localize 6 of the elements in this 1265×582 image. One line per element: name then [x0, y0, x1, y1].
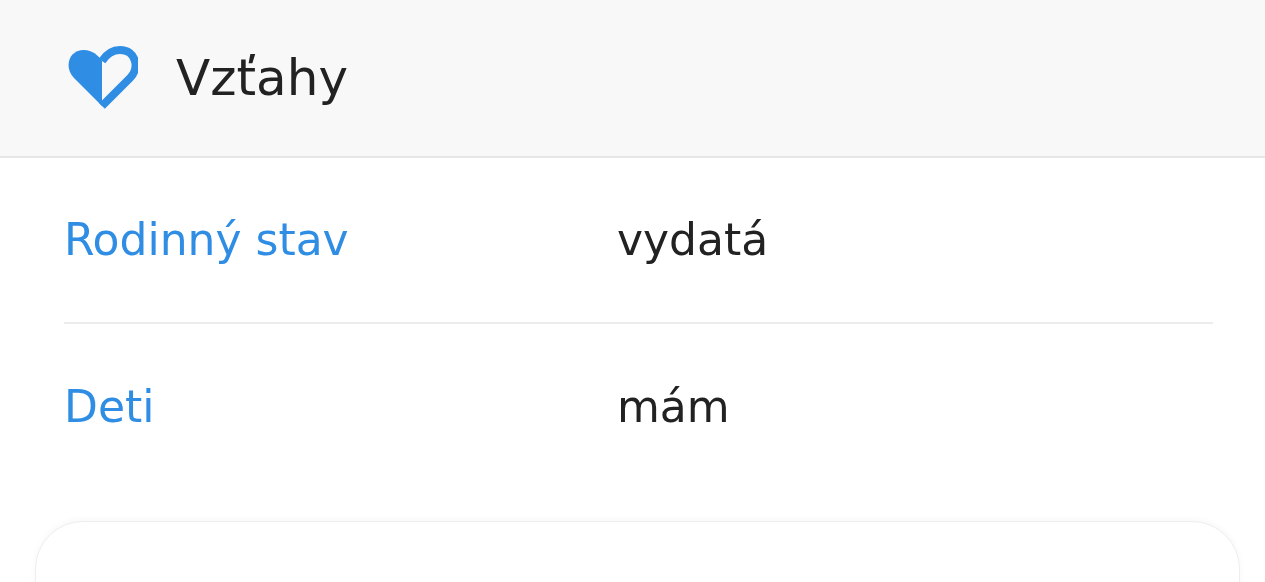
heart-icon [66, 46, 138, 110]
field-value: mám [617, 379, 730, 434]
section-title: Vzťahy [176, 47, 348, 109]
field-label: Rodinný stav [64, 213, 350, 267]
field-label: Deti [64, 379, 156, 434]
field-value: vydatá [617, 213, 769, 267]
